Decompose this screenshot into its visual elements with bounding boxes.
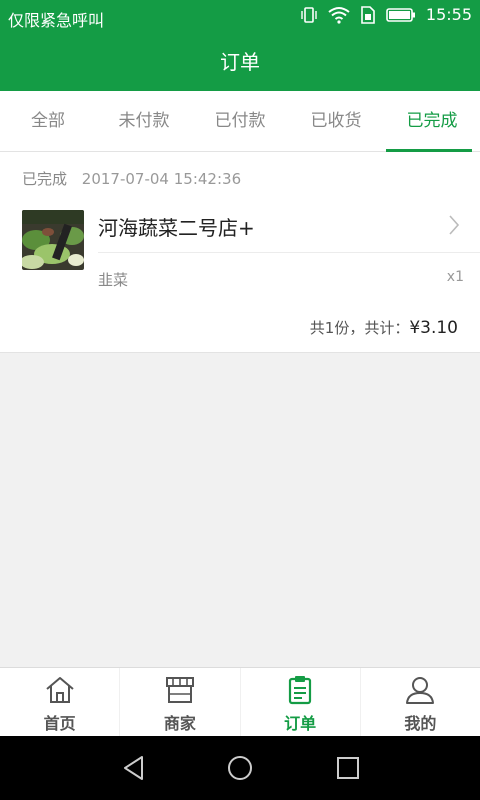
item-quantity: x1: [446, 269, 464, 285]
summary-label: 共1份，共计：: [309, 319, 410, 337]
order-summary: 共1份，共计：¥3.10: [310, 317, 458, 338]
order-card[interactable]: 已完成 2017-07-04 15:42:36 河海蔬菜二号店+ 韭菜 x1 共…: [0, 152, 480, 353]
shop-name[interactable]: 河海蔬菜二号店+: [98, 212, 255, 241]
page-header: 订单: [0, 36, 480, 91]
battery-icon: [386, 7, 415, 22]
nav-profile-label: 我的: [404, 714, 437, 733]
back-icon[interactable]: [120, 754, 148, 782]
status-bar: 仅限紧急呼叫 15:55: [0, 0, 480, 36]
vibrate-icon: [301, 6, 317, 23]
order-status: 已完成: [22, 170, 68, 188]
sim-icon: [361, 5, 375, 24]
store-icon: [165, 677, 194, 703]
wifi-icon: [328, 6, 350, 24]
tab-all[interactable]: 全部: [0, 91, 96, 151]
chevron-right-icon[interactable]: [448, 214, 460, 236]
item-name: 韭菜: [98, 271, 129, 289]
tab-received[interactable]: 已收货: [288, 91, 384, 151]
order-meta: 已完成 2017-07-04 15:42:36: [22, 168, 241, 189]
order-status-tabs: 全部 未付款 已付款 已收货 已完成: [0, 91, 480, 152]
divider: [98, 252, 480, 253]
user-icon: [406, 677, 435, 704]
nav-home[interactable]: 首页: [0, 668, 121, 737]
home-circle-icon[interactable]: [226, 754, 254, 782]
status-icons: 15:55: [300, 5, 472, 24]
page-title: 订单: [220, 50, 260, 74]
order-icon: [289, 676, 312, 705]
nav-orders-label: 订单: [284, 714, 317, 733]
nav-profile[interactable]: 我的: [361, 668, 480, 737]
vegetable-image-icon: [22, 210, 84, 270]
clock-text: 15:55: [425, 5, 472, 24]
carrier-text: 仅限紧急呼叫: [8, 11, 105, 30]
nav-store-label: 商家: [163, 714, 196, 733]
home-icon: [45, 677, 74, 703]
bottom-nav: 首页 商家 订单 我的: [0, 667, 480, 737]
order-total: ¥3.10: [409, 318, 458, 338]
tab-unpaid[interactable]: 未付款: [96, 91, 192, 151]
tab-completed[interactable]: 已完成: [384, 91, 480, 152]
system-nav-bar: [0, 736, 480, 800]
shop-thumbnail[interactable]: [22, 210, 84, 270]
order-datetime: 2017-07-04 15:42:36: [81, 170, 242, 188]
recents-icon[interactable]: [334, 754, 362, 782]
nav-orders[interactable]: 订单: [241, 668, 361, 737]
nav-store[interactable]: 商家: [120, 668, 241, 737]
nav-home-label: 首页: [43, 714, 76, 733]
tab-paid[interactable]: 已付款: [192, 91, 288, 151]
